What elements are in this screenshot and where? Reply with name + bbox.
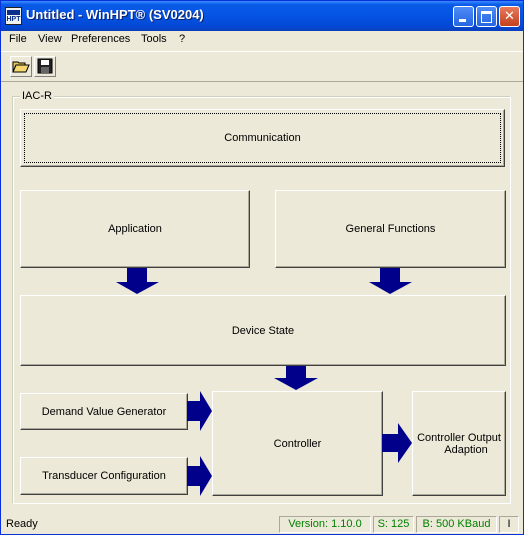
arrow-right-transducer — [187, 456, 212, 496]
arrow-down-general-functions — [369, 268, 412, 294]
status-bar: Ready Version: 1.10.0 S: 125 B: 500 KBau… — [1, 514, 523, 534]
arrow-right-controller-output — [382, 423, 412, 463]
flow-arrows — [116, 268, 412, 496]
arrow-down-device-state — [274, 366, 318, 390]
status-station: S: 125 — [373, 516, 414, 533]
arrow-right-demand-value — [187, 391, 212, 431]
arrow-down-application — [116, 268, 159, 294]
status-ready: Ready — [6, 518, 38, 530]
status-mode: I — [499, 516, 519, 533]
status-baud: B: 500 KBaud — [416, 516, 497, 533]
app-window: HPT Untitled - WinHPT® (SV0204) ✕ File V… — [0, 0, 524, 535]
status-version: Version: 1.10.0 — [279, 516, 371, 533]
